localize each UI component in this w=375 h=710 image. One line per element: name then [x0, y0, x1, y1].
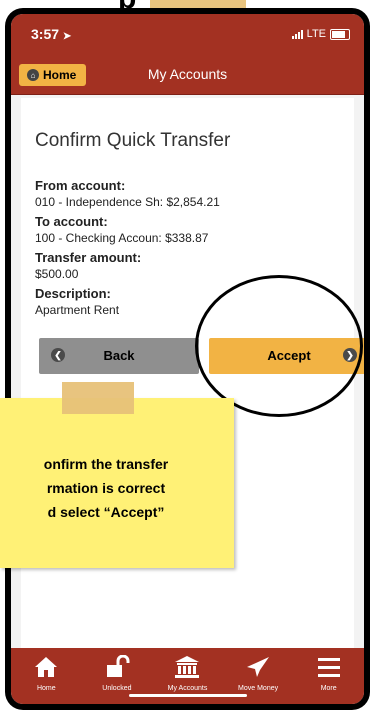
- page-title: Confirm Quick Transfer: [35, 130, 231, 151]
- tab-more-label: More: [320, 685, 337, 692]
- tape-strip-note: [62, 382, 134, 414]
- status-bar: 3:57 ➤ LTE: [11, 14, 364, 56]
- to-account-label: To account:: [35, 214, 108, 229]
- phone-screen: 3:57 ➤ LTE ⌂ Home My Accounts Confirm Qu…: [11, 14, 364, 704]
- tip-line-2: rmation is correct: [46, 480, 166, 496]
- status-time-text: 3:57: [31, 26, 60, 42]
- description-label: Description:: [35, 286, 111, 301]
- tip-text: onfirm the transfer rmation is correct d…: [0, 452, 222, 524]
- location-arrow-icon: ➤: [62, 31, 72, 42]
- bank-building-icon: [155, 654, 219, 680]
- tip-line-1: onfirm the transfer: [43, 456, 169, 472]
- from-account-value: 010 - Independence Sh: $2,854.21: [35, 195, 220, 209]
- battery-icon: [330, 28, 350, 40]
- back-button[interactable]: ❮ Back: [39, 338, 199, 374]
- signal-bars-icon: [291, 29, 303, 39]
- description-value: Apartment Rent: [35, 303, 120, 317]
- transfer-amount-value: $500.00: [35, 267, 79, 281]
- accept-button-label: Accept: [267, 348, 311, 363]
- tab-my-accounts-label: My Accounts: [167, 685, 208, 692]
- tab-home-label: Home: [36, 685, 56, 692]
- network-type: LTE: [306, 28, 326, 40]
- tab-unlocked-label: Unlocked: [102, 685, 132, 692]
- accept-button[interactable]: Accept ❯: [209, 338, 364, 374]
- to-account-value: 100 - Checking Accoun: $338.87: [35, 231, 209, 245]
- tab-move-money-label: Move Money: [238, 685, 279, 692]
- hamburger-menu-icon: [297, 654, 361, 680]
- page-header-title: My Accounts: [147, 66, 228, 82]
- phone-frame: 3:57 ➤ LTE ⌂ Home My Accounts Confirm Qu…: [5, 8, 370, 710]
- tab-more[interactable]: More: [297, 648, 361, 704]
- home-indicator: [129, 694, 247, 697]
- status-time: 3:57 ➤: [31, 26, 71, 42]
- unlocked-padlock-icon: [85, 654, 149, 680]
- back-button-label: Back: [103, 348, 135, 363]
- nav-bar: ⌂ Home My Accounts: [11, 56, 364, 95]
- tip-line-3: d select “Accept”: [47, 504, 165, 520]
- house-icon: [14, 654, 78, 680]
- transfer-amount-label: Transfer amount:: [35, 250, 142, 265]
- from-account-label: From account:: [35, 178, 126, 193]
- paper-plane-icon: [226, 654, 290, 680]
- status-indicators: LTE: [291, 28, 350, 40]
- tutorial-canvas: p 3:57 ➤ LTE ⌂ Home: [0, 0, 375, 710]
- chevron-right-circle-icon: ❯: [343, 348, 357, 362]
- tab-home[interactable]: Home: [14, 648, 78, 704]
